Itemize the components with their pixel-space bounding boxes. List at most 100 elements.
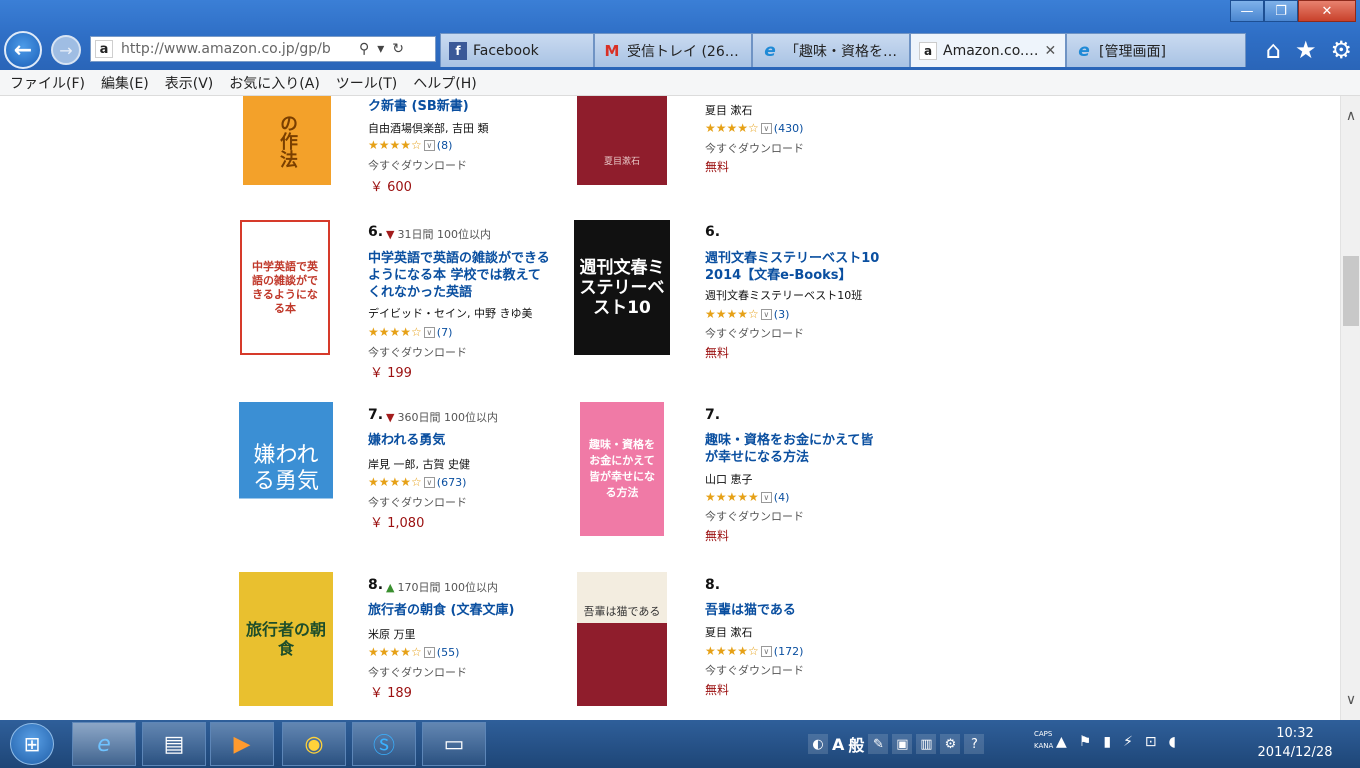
chevron-down-icon[interactable]: ∨ — [423, 646, 435, 658]
book-title-link[interactable]: 趣味・資格をお金にかえて皆が幸せになる方法 — [705, 432, 885, 466]
rating-stars[interactable]: ★★★★☆ ∨ (673) — [368, 475, 466, 489]
settings-tray-icon[interactable]: ⚙ — [940, 734, 961, 754]
taskbar-media-player[interactable]: ▶ — [210, 722, 274, 766]
chevron-down-icon[interactable]: ∨ — [760, 308, 772, 320]
rating-stars[interactable]: ★★★★☆ ∨ (430) — [705, 121, 803, 135]
volume-icon[interactable]: ◖ — [1169, 734, 1176, 750]
book-author[interactable]: 山口 恵子 — [705, 471, 753, 487]
flag-icon[interactable]: ⚑ — [1079, 734, 1092, 750]
battery-icon[interactable]: ▮ — [1103, 734, 1111, 750]
review-count[interactable]: (172) — [774, 645, 804, 658]
taskbar-ie[interactable]: e — [72, 722, 136, 766]
dropdown-icon[interactable]: ▾ — [377, 41, 384, 57]
menu-help[interactable]: ヘルプ(H) — [413, 73, 476, 93]
book-cover[interactable]: 吾輩は猫である — [577, 572, 667, 706]
chevron-down-icon[interactable]: ∨ — [760, 122, 772, 134]
network-icon[interactable]: ⊡ — [1145, 734, 1157, 750]
book-cover[interactable]: 嫌われる勇気 — [239, 402, 333, 536]
book-author[interactable]: デイビッド・セイン, 中野 きゆ美 — [368, 305, 533, 321]
tab-amazon[interactable]: a Amazon.co.… ✕ — [910, 33, 1066, 67]
address-bar[interactable]: a http://www.amazon.co.jp/gp/b ⚲ ▾ ↻ — [90, 36, 436, 62]
stars-value: ★★★★☆ — [368, 138, 422, 152]
book-cover[interactable]: 週刊文春ミステリーベスト10 — [574, 220, 670, 355]
maximize-button[interactable]: ❐ — [1264, 0, 1298, 22]
book-author[interactable]: 週刊文春ミステリーベスト10班 — [705, 287, 862, 303]
address-url[interactable]: http://www.amazon.co.jp/gp/b — [121, 41, 353, 57]
tab-gmail[interactable]: M 受信トレイ (26… — [594, 33, 752, 67]
menu-edit[interactable]: 編集(E) — [101, 73, 149, 93]
book-title-link[interactable]: ク新書 (SB新書) — [368, 98, 548, 115]
power-icon[interactable]: ⚡ — [1123, 734, 1133, 750]
home-icon[interactable]: ⌂ — [1266, 36, 1281, 64]
favorites-star-icon[interactable]: ★ — [1295, 36, 1317, 64]
book-title-link[interactable]: 旅行者の朝食 (文春文庫) — [368, 602, 548, 619]
scroll-thumb[interactable] — [1343, 256, 1359, 326]
review-count[interactable]: (7) — [437, 326, 453, 339]
close-tab-icon[interactable]: ✕ — [1045, 43, 1057, 59]
book-author[interactable]: 岸見 一郎, 古賀 史健 — [368, 456, 470, 472]
book-cover[interactable]: 夏目漱石 — [577, 96, 667, 185]
book-author[interactable]: 米原 万里 — [368, 626, 416, 642]
tab-facebook[interactable]: f Facebook — [440, 33, 594, 67]
book-cover[interactable]: 中学英語で英語の雑談ができるようになる本 — [240, 220, 330, 355]
review-count[interactable]: (8) — [437, 139, 453, 152]
tool-tray-icon[interactable]: ✎ — [868, 734, 889, 754]
chevron-down-icon[interactable]: ∨ — [423, 476, 435, 488]
book-cover[interactable]: 趣味・資格をお金にかえて皆が幸せになる方法 — [580, 402, 664, 536]
taskbar-explorer[interactable]: ▤ — [142, 722, 206, 766]
book-title-link[interactable]: 吾輩は猫である — [705, 602, 885, 619]
app-tray-icon[interactable]: ◐ — [808, 734, 828, 754]
rating-stars[interactable]: ★★★★☆ ∨ (8) — [368, 138, 452, 152]
book-cover[interactable]: の作法 — [243, 96, 331, 185]
system-clock[interactable]: 10:32 2014/12/28 — [1240, 724, 1350, 762]
close-window-button[interactable]: ✕ — [1298, 0, 1356, 22]
ime-label[interactable]: 般 — [848, 732, 864, 756]
chevron-down-icon[interactable]: ∨ — [760, 491, 772, 503]
refresh-icon[interactable]: ↻ — [392, 41, 404, 57]
book-cover[interactable]: 旅行者の朝食 — [239, 572, 333, 706]
book-title-link[interactable]: 中学英語で英語の雑談ができるようになる本 学校では教えてくれなかった英語 — [368, 250, 550, 301]
help-icon[interactable]: ? — [964, 734, 985, 754]
menu-view[interactable]: 表示(V) — [165, 73, 214, 93]
book-author[interactable]: 自由酒場倶楽部, 吉田 類 — [368, 120, 489, 136]
minimize-button[interactable]: — — [1230, 0, 1264, 22]
menu-file[interactable]: ファイル(F) — [10, 73, 85, 93]
show-hidden-icons-icon[interactable]: ▲ — [1056, 734, 1067, 750]
chevron-down-icon[interactable]: ∨ — [423, 139, 435, 151]
dictionary-tray-icon[interactable]: ▣ — [892, 734, 913, 754]
review-count[interactable]: (55) — [437, 646, 460, 659]
tab-admin[interactable]: e [管理画面] — [1066, 33, 1246, 67]
menu-favorites[interactable]: お気に入り(A) — [229, 73, 320, 93]
book-author[interactable]: 夏目 漱石 — [705, 624, 753, 640]
taskbar-chrome[interactable]: ◉ — [282, 722, 346, 766]
ime-mode[interactable]: A — [832, 735, 844, 754]
forward-button[interactable]: → — [51, 35, 81, 65]
back-button[interactable]: ← — [4, 31, 42, 69]
menu-tools[interactable]: ツール(T) — [336, 73, 397, 93]
rating-stars[interactable]: ★★★★★ ∨ (4) — [705, 490, 789, 504]
chevron-down-icon[interactable]: ∨ — [423, 326, 435, 338]
scroll-down-icon[interactable]: ∨ — [1341, 692, 1360, 712]
pad-tray-icon[interactable]: ▥ — [916, 734, 937, 754]
taskbar-laptop-app[interactable]: ▭ — [422, 722, 486, 766]
start-button[interactable]: ⊞ — [10, 723, 54, 765]
chevron-down-icon[interactable]: ∨ — [760, 645, 772, 657]
rating-stars[interactable]: ★★★★☆ ∨ (3) — [705, 307, 789, 321]
book-title-link[interactable]: 週刊文春ミステリーベスト10 2014【文春e-Books】 — [705, 250, 885, 284]
book-author[interactable]: 夏目 漱石 — [705, 102, 753, 118]
tab-hobby-article[interactable]: e 「趣味・資格を… — [752, 33, 910, 67]
review-count[interactable]: (430) — [774, 122, 804, 135]
scroll-up-icon[interactable]: ∧ — [1341, 108, 1360, 128]
book-title-link[interactable]: 嫌われる勇気 — [368, 432, 548, 449]
review-count[interactable]: (4) — [774, 491, 790, 504]
search-icon[interactable]: ⚲ — [359, 41, 369, 57]
review-count[interactable]: (3) — [774, 308, 790, 321]
review-count[interactable]: (673) — [437, 476, 467, 489]
rating-stars[interactable]: ★★★★☆ ∨ (172) — [705, 644, 803, 658]
taskbar-skype[interactable]: Ⓢ — [352, 722, 416, 766]
gear-icon[interactable]: ⚙ — [1330, 36, 1352, 64]
rank-number: 6. — [368, 224, 384, 240]
vertical-scrollbar[interactable]: ∧ ∨ — [1340, 96, 1360, 720]
rating-stars[interactable]: ★★★★☆ ∨ (7) — [368, 325, 452, 339]
rating-stars[interactable]: ★★★★☆ ∨ (55) — [368, 645, 459, 659]
